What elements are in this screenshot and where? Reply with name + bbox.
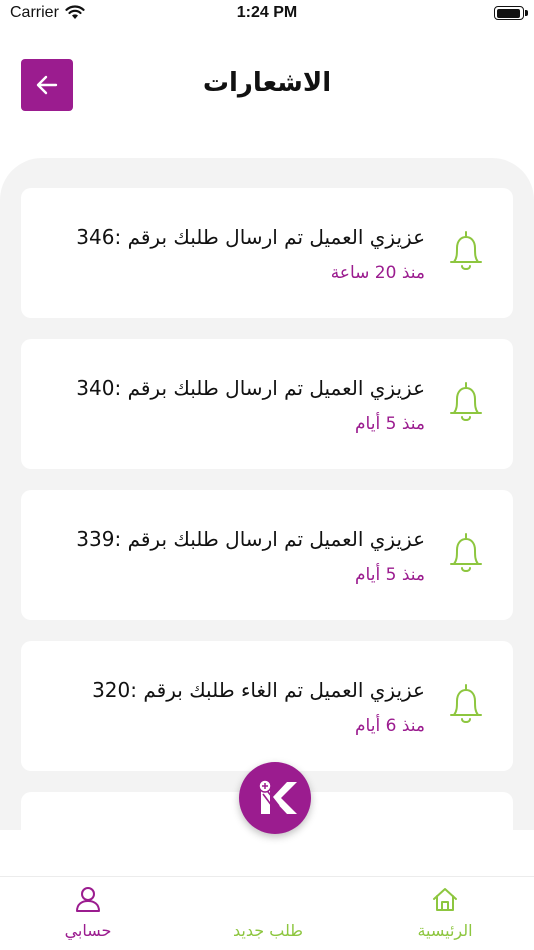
notification-message: عزيزي العميل تم ارسال طلبك برقم :339: [76, 527, 425, 551]
nav-new-order[interactable]: طلب جديد: [218, 877, 318, 950]
user-icon: [76, 887, 100, 912]
bell-icon: [450, 533, 482, 572]
notification-card[interactable]: عزيزي العميل تم ارسال طلبك برقم :346 منذ…: [21, 188, 513, 318]
nav-home-label: الرئيسية: [417, 921, 473, 940]
home-icon: [433, 888, 457, 911]
nav-account-label: حسابي: [64, 921, 112, 940]
page-title: الاشعارات: [202, 68, 332, 98]
notification-card[interactable]: عزيزي العميل تم ارسال طلبك برقم :340 منذ…: [21, 339, 513, 469]
battery-icon: [494, 6, 528, 20]
nav-account[interactable]: حسابي: [38, 877, 138, 950]
notification-card[interactable]: عزيزي العميل تم ارسال طلبك برقم :339 منذ…: [21, 490, 513, 620]
notifications-list[interactable]: عزيزي العميل تم ارسال طلبك برقم :346 منذ…: [0, 158, 534, 830]
status-time: 1:24 PM: [236, 4, 298, 21]
battery-level: [496, 8, 521, 18]
bell-icon: [450, 684, 482, 723]
new-order-fab[interactable]: [239, 762, 311, 834]
notification-message: عزيزي العميل تم الغاء طلبك برقم :320: [92, 678, 425, 702]
notification-time: منذ 5 أيام: [355, 565, 425, 585]
notification-time: منذ 5 أيام: [355, 414, 425, 434]
bell-icon: [450, 231, 482, 270]
nav-new-order-label: طلب جديد: [233, 921, 303, 940]
bell-icon: [450, 382, 482, 421]
notification-time: منذ 6 أيام: [355, 716, 425, 736]
nav-home[interactable]: الرئيسية: [395, 877, 495, 950]
k-logo-icon: [258, 779, 297, 814]
notification-card[interactable]: عزيزي العميل تم الغاء طلبك برقم :320 منذ…: [21, 641, 513, 771]
notification-time: منذ 20 ساعة: [330, 263, 425, 283]
bottom-nav: الرئيسية طلب جديد حسابي: [0, 876, 534, 950]
status-bar: Carrier 1:24 PM: [0, 0, 534, 30]
notification-message: عزيزي العميل تم ارسال طلبك برقم :346: [76, 225, 425, 249]
notification-message: عزيزي العميل تم ارسال طلبك برقم :340: [76, 376, 425, 400]
